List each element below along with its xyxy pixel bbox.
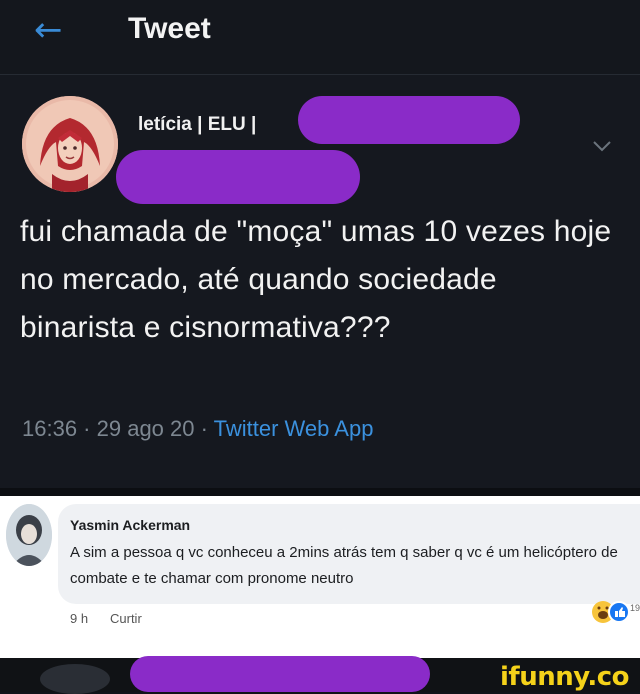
meta-separator: ·	[77, 416, 97, 441]
redaction-mark	[130, 656, 430, 692]
like-button[interactable]: Curtir	[110, 608, 142, 630]
watermark-logo: ifunny.co	[500, 662, 629, 692]
chevron-down-icon[interactable]	[588, 136, 616, 156]
comment-author[interactable]: Yasmin Ackerman	[70, 514, 190, 536]
reaction-count: 19	[630, 603, 640, 613]
tweet-source-link[interactable]: Twitter Web App	[214, 416, 374, 441]
avatar	[40, 664, 110, 694]
tweet-text: fui chamada de "moça" umas 10 vezes hoje…	[20, 215, 612, 344]
author-name[interactable]: letícia | ELU |	[138, 112, 256, 138]
redaction-mark	[116, 150, 360, 204]
tweet-date: 29 ago 20	[96, 416, 195, 441]
meta-separator: ·	[194, 416, 214, 441]
comment-text: A sim a pessoa q vc conheceu a 2mins atr…	[70, 544, 618, 587]
arrow-left-icon[interactable]: ←	[34, 10, 74, 50]
tweet-time: 16:36	[22, 416, 78, 441]
tweet-meta: 16:36 · 29 ago 20 · Twitter Web App	[22, 412, 373, 446]
divider	[0, 488, 640, 496]
app-header	[0, 0, 640, 75]
comment-time[interactable]: 9 h	[70, 608, 88, 630]
avatar[interactable]	[6, 504, 52, 566]
page-title: Tweet	[128, 12, 211, 45]
avatar[interactable]	[22, 96, 118, 192]
redaction-mark	[298, 96, 520, 144]
